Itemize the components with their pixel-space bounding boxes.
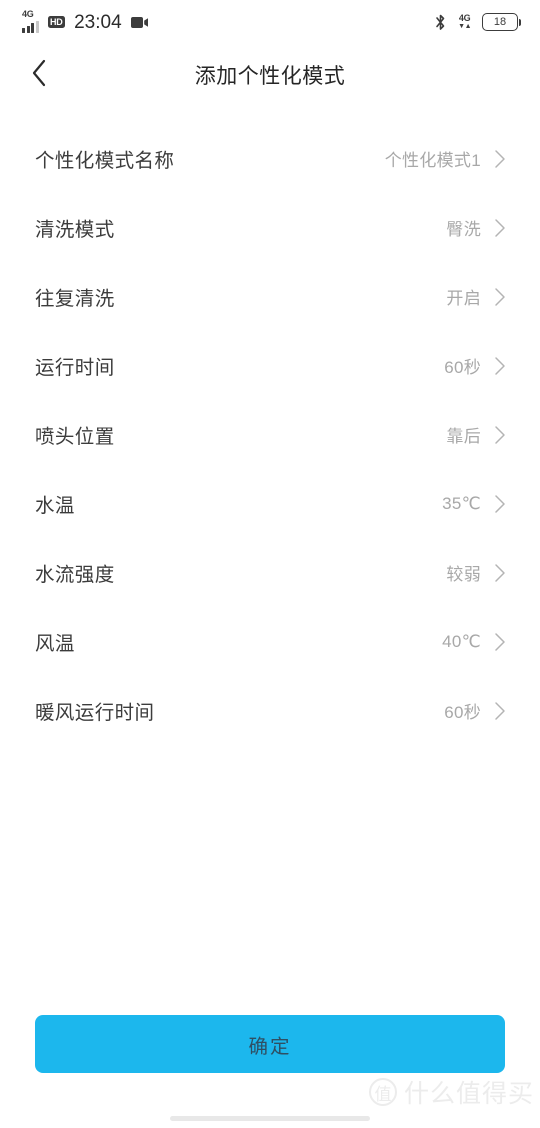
- list-item-label: 水温: [35, 495, 75, 517]
- chevron-right-icon: [494, 287, 506, 307]
- video-camera-icon: [130, 16, 150, 29]
- list-item-right: 60秒: [444, 698, 506, 723]
- list-item-label: 暖风运行时间: [35, 702, 155, 724]
- signal-network-type-label: 4G: [22, 9, 34, 19]
- list-item-mode-name[interactable]: 个性化模式名称 个性化模式1: [35, 124, 506, 193]
- list-item-value: 较弱: [446, 565, 481, 584]
- list-item-value: 开启: [446, 289, 481, 308]
- list-item-label: 喷头位置: [35, 426, 115, 448]
- app-header: 添加个性化模式: [0, 44, 540, 106]
- list-item-wash-mode[interactable]: 清洗模式 臀洗: [35, 193, 506, 262]
- list-item-nozzle-position[interactable]: 喷头位置 靠后: [35, 400, 506, 469]
- list-item-warm-air-run-time[interactable]: 暖风运行时间 60秒: [35, 676, 506, 745]
- watermark-logo-icon: 值: [368, 1078, 397, 1106]
- list-item-right: 靠后: [446, 422, 506, 447]
- list-item-label: 风温: [35, 633, 75, 655]
- list-item-label: 清洗模式: [35, 219, 115, 241]
- list-item-label: 水流强度: [35, 564, 115, 586]
- list-item-water-pressure[interactable]: 水流强度 较弱: [35, 538, 506, 607]
- bluetooth-icon: [434, 13, 447, 32]
- list-item-value: 个性化模式1: [384, 151, 481, 170]
- mobile-data-icon: 4G ▼▲: [458, 12, 471, 32]
- back-button[interactable]: [14, 50, 64, 100]
- list-item-label: 运行时间: [35, 357, 115, 379]
- list-item-air-temperature[interactable]: 风温 40℃: [35, 607, 506, 676]
- chevron-right-icon: [494, 356, 506, 376]
- chevron-left-icon: [30, 58, 48, 93]
- watermark: 值 什么值得买: [368, 1074, 534, 1110]
- chevron-right-icon: [494, 563, 506, 583]
- home-indicator[interactable]: [170, 1116, 370, 1121]
- hd-badge-icon: HD: [47, 16, 66, 28]
- chevron-right-icon: [494, 425, 506, 445]
- list-item-right: 个性化模式1: [385, 146, 506, 171]
- battery-level-label: 18: [493, 15, 507, 28]
- page-title: 添加个性化模式: [194, 65, 346, 88]
- confirm-button-label: 确定: [248, 1035, 292, 1058]
- list-item-run-time[interactable]: 运行时间 60秒: [35, 331, 506, 400]
- list-item-value: 臀洗: [446, 220, 481, 239]
- status-bar-clock: 23:04: [74, 11, 122, 33]
- watermark-text: 什么值得买: [403, 1080, 534, 1108]
- list-item-water-temperature[interactable]: 水温 35℃: [35, 469, 506, 538]
- confirm-button[interactable]: 确定: [35, 1015, 505, 1073]
- status-bar-left: 4G HD 23:04: [22, 9, 150, 33]
- chevron-right-icon: [494, 494, 506, 514]
- list-item-label: 往复清洗: [35, 288, 115, 310]
- list-item-right: 臀洗: [446, 215, 506, 240]
- signal-strength-icon: 4G: [22, 9, 39, 33]
- list-item-value: 35℃: [442, 493, 481, 513]
- list-item-right: 40℃: [442, 632, 506, 652]
- chevron-right-icon: [494, 218, 506, 238]
- status-bar: 4G HD 23:04 4G ▼▲ 18: [0, 0, 540, 44]
- mobile-data-type-label: 4G: [458, 13, 471, 23]
- list-item-right: 开启: [446, 284, 506, 309]
- list-item-value: 靠后: [446, 427, 481, 446]
- battery-icon: 18: [482, 13, 521, 31]
- list-item-right: 35℃: [442, 494, 506, 514]
- chevron-right-icon: [494, 149, 506, 169]
- data-transfer-arrows-icon: ▼▲: [458, 23, 471, 30]
- list-item-label: 个性化模式名称: [35, 150, 175, 172]
- list-item-value: 60秒: [444, 703, 481, 722]
- settings-list: 个性化模式名称 个性化模式1 清洗模式 臀洗 往复清洗 开启 运行时间 60秒 …: [0, 124, 540, 745]
- list-item-value: 60秒: [444, 358, 481, 377]
- chevron-right-icon: [494, 632, 506, 652]
- list-item-value: 40℃: [442, 631, 481, 651]
- list-item-right: 较弱: [446, 560, 506, 585]
- signal-bars-icon: [22, 20, 39, 33]
- list-item-reciprocating-wash[interactable]: 往复清洗 开启: [35, 262, 506, 331]
- chevron-right-icon: [494, 701, 506, 721]
- list-item-right: 60秒: [444, 353, 506, 378]
- status-bar-right: 4G ▼▲ 18: [434, 12, 521, 32]
